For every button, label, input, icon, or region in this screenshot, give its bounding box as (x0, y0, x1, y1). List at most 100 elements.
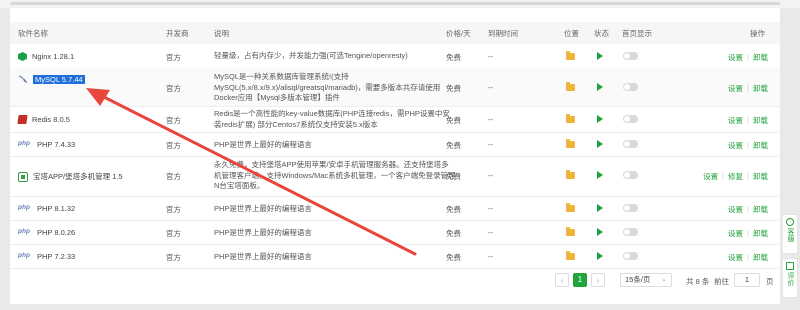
settings-link[interactable]: 设置 (728, 83, 743, 94)
home-display-toggle[interactable] (623, 252, 638, 260)
description: PHP是世界上最好的编程语言 (214, 204, 312, 213)
col-expire: 到期时间 (488, 29, 518, 38)
uninstall-link[interactable]: 卸载 (753, 115, 768, 126)
play-icon[interactable] (597, 52, 603, 60)
developer: 官方 (166, 253, 181, 262)
repair-link[interactable]: 修复 (728, 171, 743, 182)
folder-icon[interactable] (566, 251, 575, 260)
developer: 官方 (166, 116, 181, 125)
uninstall-link[interactable]: 卸载 (753, 171, 768, 182)
total-count: 共 8 条 (686, 277, 710, 286)
uninstall-link[interactable]: 卸载 (753, 52, 768, 63)
settings-link[interactable]: 设置 (728, 52, 743, 63)
expire: -- (488, 228, 493, 237)
scrollbar-thumb[interactable] (10, 2, 780, 5)
page-1-button[interactable]: 1 (573, 273, 587, 287)
uninstall-link[interactable]: 卸载 (753, 204, 768, 215)
folder-icon[interactable] (566, 170, 575, 179)
next-page-button[interactable]: › (591, 273, 605, 287)
page-unit: 页 (766, 277, 774, 286)
customer-service-button[interactable]: 客服 (782, 214, 798, 254)
folder-icon[interactable] (566, 114, 575, 123)
software-name[interactable]: php PHP 8.0.26 (18, 228, 75, 237)
home-display-toggle[interactable] (623, 115, 638, 123)
software-name[interactable]: php PHP 7.2.33 (18, 252, 75, 261)
description: PHP是世界上最好的编程语言 (214, 228, 312, 237)
folder-icon[interactable] (566, 227, 575, 236)
software-name[interactable]: MySQL 5.7.44 (18, 74, 85, 84)
headset-icon (786, 218, 794, 226)
home-display-toggle[interactable] (623, 52, 638, 60)
folder-icon[interactable] (566, 203, 575, 212)
settings-link[interactable]: 设置 (703, 171, 718, 182)
bt-app-icon (18, 171, 28, 182)
folder-icon[interactable] (566, 51, 575, 60)
home-display-toggle[interactable] (623, 140, 638, 148)
expire: -- (488, 140, 493, 149)
settings-link[interactable]: 设置 (728, 115, 743, 126)
folder-icon[interactable] (566, 139, 575, 148)
play-icon[interactable] (597, 115, 603, 123)
top-scrollbar[interactable] (0, 0, 800, 8)
prev-page-button[interactable]: ‹ (555, 273, 569, 287)
table-row: php PHP 8.1.32 官方 PHP是世界上最好的编程语言 免费 -- 设… (10, 196, 780, 221)
play-icon[interactable] (597, 228, 603, 236)
home-display-toggle[interactable] (623, 228, 638, 236)
settings-link[interactable]: 设置 (728, 252, 743, 263)
home-display-toggle[interactable] (623, 83, 638, 91)
software-name[interactable]: php PHP 8.1.32 (18, 204, 75, 213)
play-icon[interactable] (597, 83, 603, 91)
row-actions: 设置 | 卸载 (728, 140, 768, 151)
expire: -- (488, 171, 493, 180)
table-row: php PHP 7.4.33 官方 PHP是世界上最好的编程语言 免费 -- 设… (10, 132, 780, 157)
table-row: php PHP 8.0.26 官方 PHP是世界上最好的编程语言 免费 -- 设… (10, 220, 780, 245)
review-button[interactable]: 评价 (782, 258, 798, 298)
col-name: 软件名称 (18, 29, 48, 38)
uninstall-link[interactable]: 卸载 (753, 252, 768, 263)
price: 免费 (446, 172, 461, 181)
expire: -- (488, 204, 493, 213)
col-status: 状态 (594, 29, 609, 38)
software-name[interactable]: 宝塔APP/堡塔多机管理 1.5 (18, 171, 123, 182)
play-icon[interactable] (597, 140, 603, 148)
developer: 官方 (166, 53, 181, 62)
price: 免费 (446, 229, 461, 238)
software-name[interactable]: php PHP 7.4.33 (18, 140, 75, 149)
price: 免费 (446, 53, 461, 62)
description: Redis是一个高性能的key-value数据库(PHP连接redis，需PHP… (214, 109, 450, 129)
col-developer: 开发商 (166, 29, 189, 38)
expire: -- (488, 52, 493, 61)
php-icon: php (18, 204, 30, 211)
goto-label: 前往 (714, 277, 729, 286)
pagination: ‹ 1 › 15条/页 ⌄ 共 8 条 前往 1 页 (10, 271, 780, 291)
nginx-icon (18, 52, 27, 61)
col-home: 首页显示 (622, 29, 652, 38)
uninstall-link[interactable]: 卸载 (753, 140, 768, 151)
home-display-toggle[interactable] (623, 171, 638, 179)
uninstall-link[interactable]: 卸载 (753, 228, 768, 239)
home-display-toggle[interactable] (623, 204, 638, 212)
software-list-panel: 软件名称 开发商 说明 价格/天 到期时间 位置 状态 首页显示 操作 Ngin… (10, 8, 780, 304)
settings-link[interactable]: 设置 (728, 204, 743, 215)
row-actions: 设置 | 卸载 (728, 83, 768, 94)
mysql-icon (18, 75, 28, 84)
price: 免费 (446, 141, 461, 150)
settings-link[interactable]: 设置 (728, 228, 743, 239)
folder-icon[interactable] (566, 82, 575, 91)
row-actions: 设置 | 卸载 (728, 204, 768, 215)
software-name[interactable]: Redis 8.0.5 (17, 115, 70, 124)
page-size-select[interactable]: 15条/页 ⌄ (620, 273, 672, 287)
table-row: php PHP 7.2.33 官方 PHP是世界上最好的编程语言 免费 -- 设… (10, 244, 780, 269)
row-actions: 设置 | 卸载 (728, 228, 768, 239)
row-actions: 设置 | 卸载 (728, 52, 768, 63)
play-icon[interactable] (597, 204, 603, 212)
uninstall-link[interactable]: 卸载 (753, 83, 768, 94)
settings-link[interactable]: 设置 (728, 140, 743, 151)
php-icon: php (18, 228, 30, 235)
goto-page-input[interactable]: 1 (734, 273, 760, 287)
play-icon[interactable] (597, 252, 603, 260)
software-name[interactable]: Nginx 1.28.1 (18, 52, 74, 61)
description: PHP是世界上最好的编程语言 (214, 140, 312, 149)
price: 免费 (446, 253, 461, 262)
play-icon[interactable] (597, 171, 603, 179)
